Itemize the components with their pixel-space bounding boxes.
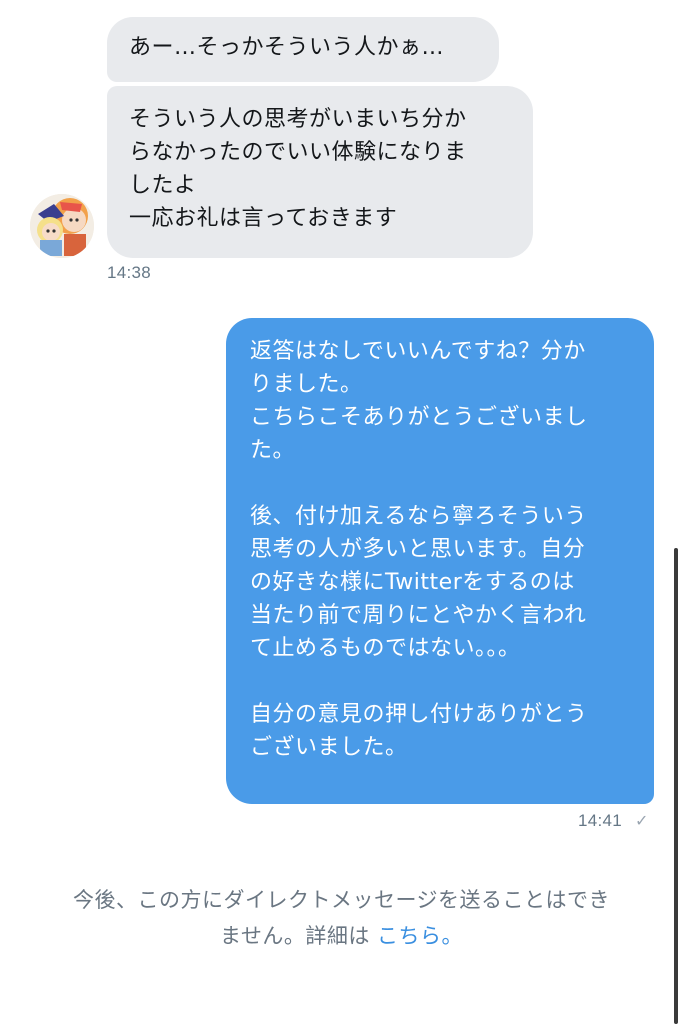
check-icon: ✓ (635, 811, 649, 830)
notice-line: 今後、この方にダイレクトメッセージを送ることはでき (72, 888, 611, 912)
user-avatar[interactable] (30, 194, 94, 258)
details-link[interactable]: こちら。 (377, 924, 463, 948)
dm-restriction-notice: 今後、この方にダイレクトメッセージを送ることはでき ません。詳細は こちら。 (0, 882, 683, 954)
avatar-image (30, 194, 94, 258)
incoming-message-bubble[interactable]: そういう人の思考がいまいち分か らなかったのでいい体験になりま したよ 一応お礼… (107, 86, 533, 258)
notice-line: ません。詳細は こちら。 (0, 918, 683, 954)
incoming-message-bubble[interactable]: あー…そっかそういう人かぁ… (107, 17, 499, 82)
scrollbar[interactable] (674, 548, 678, 1024)
message-timestamp: 14:38 (107, 263, 152, 282)
notice-text: ません。詳細は (219, 924, 370, 948)
dm-conversation: あー…そっかそういう人かぁ… そういう人の思考がいまいち分か らなかったのでいい… (0, 0, 683, 1024)
message-timestamp: 14:41 (578, 811, 623, 830)
outgoing-message-bubble[interactable]: 返答はなしでいいんですね？分か りました。 こちらこそありがとうございまし た。… (226, 318, 654, 804)
